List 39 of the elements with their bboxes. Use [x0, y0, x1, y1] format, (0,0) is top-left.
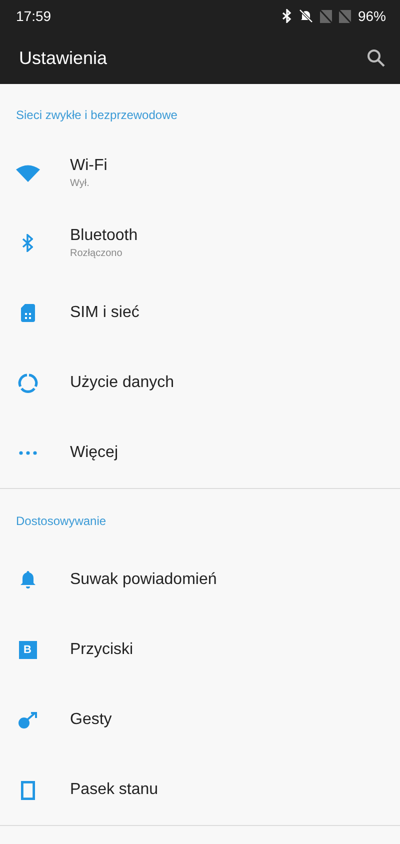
bell-off-icon [298, 9, 313, 23]
section-header: Dostosowywanie [15, 513, 108, 530]
screen-title: Ustawienia [19, 48, 108, 68]
bluetooth-icon [22, 234, 33, 252]
settings-item[interactable]: Pasek stanu [0, 755, 400, 825]
bell-icon [20, 571, 36, 589]
settings-item[interactable]: B Przyciski [0, 615, 400, 685]
button-icon: B [18, 641, 36, 659]
settings-item[interactable]: Gesty [0, 685, 400, 755]
item-title: Suwak powiadomień [70, 571, 217, 589]
gesture-icon [18, 711, 38, 729]
clock: 17:59 [16, 8, 52, 24]
phone-outline-icon [20, 780, 34, 800]
item-title: Przyciski [70, 641, 134, 659]
item-title: Wi-Fi [70, 157, 108, 175]
settings-item[interactable]: Użycie danych [0, 348, 400, 418]
settings-item[interactable]: SIM i sieć [0, 278, 400, 348]
more-icon [18, 451, 36, 455]
no-sim-icon [338, 10, 351, 22]
no-sim-icon [320, 10, 332, 22]
search-icon[interactable] [367, 49, 385, 67]
settings-item[interactable]: Wi-Fi Wył. [0, 138, 400, 208]
item-title: SIM i sieć [70, 304, 140, 322]
bluetooth-icon [282, 9, 292, 23]
item-summary: Wył. [70, 178, 90, 189]
settings-item[interactable]: Bluetooth Rozłączono [0, 208, 400, 278]
item-title: Pasek stanu [70, 781, 158, 799]
item-title: Użycie danych [70, 374, 174, 392]
data-usage-icon [18, 373, 38, 393]
battery-level: 96% [358, 8, 386, 24]
item-title: Gesty [70, 711, 112, 729]
item-title: Więcej [70, 444, 118, 462]
settings-item[interactable]: Suwak powiadomień [0, 545, 400, 615]
settings-item[interactable]: Więcej [0, 418, 400, 488]
section-header: Sieci zwykłe i bezprzewodowe [15, 107, 178, 124]
wifi-icon [16, 164, 40, 182]
item-summary: Rozłączono [70, 248, 124, 259]
sim-card-icon [20, 304, 34, 322]
item-title: Bluetooth [70, 227, 138, 245]
